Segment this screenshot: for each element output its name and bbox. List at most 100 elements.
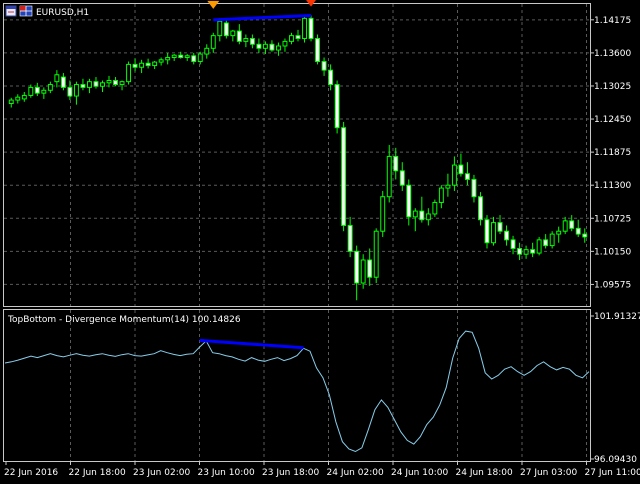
candle-body-down <box>192 56 196 62</box>
candle <box>400 162 404 191</box>
candle <box>335 81 339 134</box>
candle-body-up <box>185 56 189 58</box>
candle <box>22 92 26 102</box>
candle <box>426 208 430 225</box>
candle-body-down <box>505 231 509 240</box>
candle <box>505 225 509 245</box>
candle <box>531 243 535 257</box>
candle <box>29 85 33 98</box>
candle-body-up <box>42 90 46 93</box>
time-label: 22 Jun 18:00 <box>69 468 126 478</box>
candle <box>348 217 352 257</box>
candle-body-up <box>290 36 294 42</box>
candle <box>81 79 85 91</box>
chart-window-icon[interactable] <box>6 6 16 16</box>
indicator-grid <box>71 310 587 461</box>
candle-body-down <box>68 87 72 96</box>
candle-body-up <box>211 36 215 49</box>
price-axis: 1.141751.136001.130251.124501.118751.113… <box>590 16 631 291</box>
candle-body-up <box>426 214 430 220</box>
time-label: 23 Jun 10:00 <box>198 468 255 478</box>
candle <box>35 83 39 96</box>
candle-body-up <box>439 188 443 202</box>
candle-body-down <box>479 197 483 220</box>
candle <box>257 39 261 53</box>
candle <box>48 82 52 94</box>
trading-chart-canvas[interactable]: 1.141751.136001.130251.124501.118751.113… <box>0 0 640 480</box>
candle <box>550 231 554 248</box>
candle <box>114 77 118 86</box>
candle <box>465 162 469 185</box>
time-label: 22 Jun 2016 <box>4 468 58 478</box>
candle-body-up <box>303 18 307 38</box>
time-label: 27 Jun 11:00 <box>585 468 640 478</box>
candle <box>172 54 176 61</box>
candlestick-series <box>9 16 586 301</box>
signal-arrow <box>207 1 219 9</box>
candle-body-up <box>107 81 111 83</box>
candle-body-up <box>263 44 267 48</box>
candle-body-up <box>387 156 391 196</box>
indicator-title: TopBottom - Divergence Momentum(14) 100.… <box>7 315 241 325</box>
candle <box>544 234 548 248</box>
flag-icon[interactable] <box>20 6 32 16</box>
candle-body-up <box>537 240 541 253</box>
candle <box>420 197 424 223</box>
candle-body-down <box>335 85 339 128</box>
candle-body-down <box>133 64 137 67</box>
candle-body-up <box>244 39 248 42</box>
candle-body-up <box>48 85 52 91</box>
candle-body-up <box>283 41 287 46</box>
candle <box>518 243 522 260</box>
candle-body-up <box>172 55 176 57</box>
candle-body-up <box>127 64 131 81</box>
candle <box>485 215 489 248</box>
candle-body-up <box>231 31 235 36</box>
candle <box>74 82 78 105</box>
candle-body-down <box>146 63 150 65</box>
candle <box>563 217 567 234</box>
candle-body-down <box>322 62 326 71</box>
chart-window[interactable]: 1.141751.136001.130251.124501.118751.113… <box>0 0 640 480</box>
candle <box>270 40 274 52</box>
candle <box>283 39 287 52</box>
candle-body-up <box>374 231 378 277</box>
time-label: 23 Jun 18:00 <box>262 468 319 478</box>
candle <box>439 185 443 208</box>
candle <box>133 59 137 72</box>
chart-annotations[interactable] <box>207 0 317 20</box>
candle <box>290 33 294 45</box>
candle <box>198 52 202 65</box>
candle <box>296 30 300 42</box>
candle-body-down <box>511 240 515 249</box>
candle <box>459 154 463 177</box>
candle-body-up <box>55 75 59 82</box>
candle <box>94 77 98 89</box>
indicator-series <box>5 331 589 451</box>
candle-body-up <box>276 46 280 50</box>
candle <box>368 248 372 285</box>
candle-body-up <box>88 82 92 88</box>
candle <box>316 34 320 64</box>
price-label: 1.10150 <box>594 247 631 257</box>
candle <box>452 156 456 191</box>
candle-body-down <box>81 85 85 88</box>
momentum-line <box>5 331 589 451</box>
candle-body-down <box>407 185 411 217</box>
price-label: 1.14175 <box>594 16 631 26</box>
candle <box>192 53 196 65</box>
candle-body-down <box>237 31 241 41</box>
indicator-axis: 101.9132796.09430 <box>590 312 640 465</box>
candle-body-down <box>485 220 489 243</box>
candle <box>387 145 391 203</box>
candle <box>303 16 307 43</box>
price-label: 1.11875 <box>594 148 631 158</box>
candle <box>537 237 541 255</box>
divergence-trendline <box>213 16 311 20</box>
candle-body-down <box>114 81 118 85</box>
candle-body-down <box>224 23 228 36</box>
candle <box>250 34 254 48</box>
candle-body-up <box>166 57 170 59</box>
candle-body-down <box>316 39 320 62</box>
candle-body-down <box>270 44 274 50</box>
